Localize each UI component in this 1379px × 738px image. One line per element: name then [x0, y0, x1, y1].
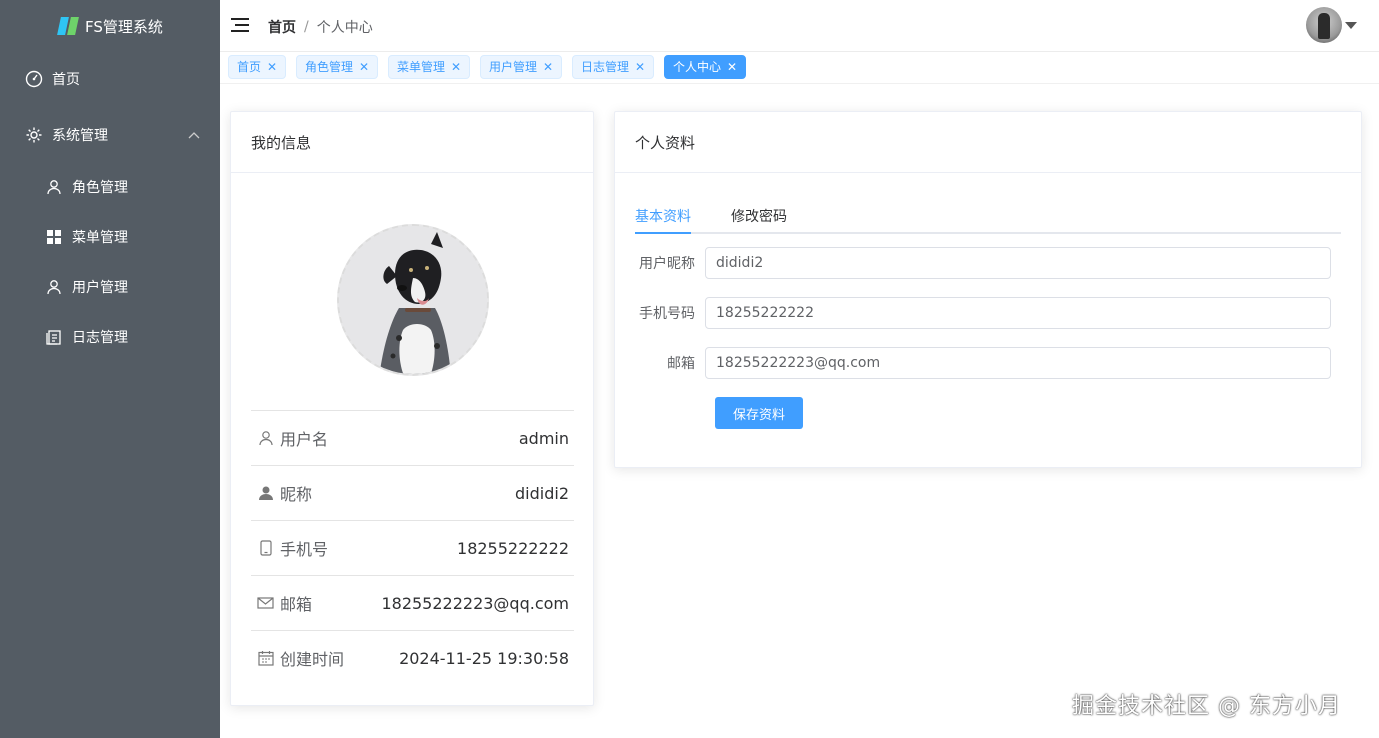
info-list: 用户名 admin 昵称 dididi2 手机号 18255222222 邮箱 …	[251, 410, 574, 685]
app-root: FS管理系统 首页 系统管理 角色管理 菜单管理 用户管理 日志管理 首页 / …	[0, 0, 1379, 738]
document-icon	[44, 327, 64, 347]
tab-basic-info[interactable]: 基本资料	[635, 206, 691, 226]
info-label: 昵称	[257, 481, 312, 505]
breadcrumb-separator: /	[304, 19, 309, 35]
app-logo: FS管理系统	[0, 0, 220, 52]
info-value: 18255222223@qq.com	[381, 593, 569, 613]
sidebar-item-users[interactable]: 用户管理	[0, 262, 220, 312]
grid-icon	[44, 227, 64, 247]
info-label-text: 创建时间	[280, 650, 345, 669]
nickname-input[interactable]: dididi2	[705, 247, 1331, 279]
tag-home[interactable]: 首页 ✕	[228, 55, 287, 79]
caret-down-icon[interactable]	[1345, 22, 1357, 29]
info-value: dididi2	[515, 483, 569, 503]
sidebar-item-label: 日志管理	[72, 330, 128, 346]
save-profile-button[interactable]: 保存资料	[715, 397, 803, 429]
breadcrumb-current: 个人中心	[316, 20, 373, 36]
tag-roles[interactable]: 角色管理 ✕	[296, 55, 379, 79]
info-label-text: 昵称	[280, 485, 313, 504]
breadcrumb-home[interactable]: 首页	[268, 17, 296, 37]
info-row-created: 创建时间 2024-11-25 19:30:58	[251, 630, 574, 685]
card-title: 个人资料	[615, 112, 1361, 173]
calendar-icon	[257, 650, 274, 667]
tag-label: 用户管理	[489, 60, 538, 74]
form-row-nickname: 用户昵称 dididi2	[635, 247, 1341, 279]
info-row-email: 邮箱 18255222223@qq.com	[251, 575, 574, 630]
mail-icon	[257, 595, 274, 612]
sidebar-item-label: 角色管理	[72, 180, 128, 196]
form-row-email: 邮箱 18255222223@qq.com	[635, 347, 1341, 379]
app-title: FS管理系统	[85, 17, 163, 36]
tag-label: 菜单管理	[397, 60, 446, 74]
top-header: 首页 / 个人中心	[220, 0, 1379, 52]
chevron-up-icon	[188, 127, 200, 143]
user-icon	[44, 177, 64, 197]
active-tab-indicator	[635, 232, 691, 234]
tag-label: 个人中心	[673, 60, 722, 74]
sidebar-item-system[interactable]: 系统管理	[0, 107, 220, 163]
profile-avatar[interactable]	[337, 224, 489, 376]
form-label: 用户昵称	[639, 256, 695, 272]
sidebar-item-menus[interactable]: 菜单管理	[0, 212, 220, 262]
tag-users[interactable]: 用户管理 ✕	[480, 55, 563, 79]
menu-toggle-icon[interactable]	[231, 17, 249, 33]
form-row-phone: 手机号码 18255222222	[635, 297, 1341, 329]
user-solid-icon	[257, 485, 274, 502]
info-label-text: 用户名	[280, 430, 329, 449]
sidebar-item-roles[interactable]: 角色管理	[0, 162, 220, 212]
form-label: 手机号码	[639, 306, 695, 322]
info-label: 创建时间	[257, 646, 344, 670]
profile-tabs: 基本资料 修改密码	[635, 200, 1341, 234]
gear-icon	[24, 125, 44, 145]
sidebar: FS管理系统 首页 系统管理 角色管理 菜单管理 用户管理 日志管理	[0, 0, 220, 738]
my-info-card: 我的信息 用户名 admin 昵称 dididi2 手机号 1825522222…	[230, 111, 594, 706]
email-input[interactable]: 18255222223@qq.com	[705, 347, 1331, 379]
info-value: 2024-11-25 19:30:58	[399, 648, 569, 668]
sidebar-item-logs[interactable]: 日志管理	[0, 312, 220, 362]
tag-logs[interactable]: 日志管理 ✕	[572, 55, 655, 79]
user-outline-icon	[257, 430, 274, 447]
sidebar-item-label: 首页	[52, 72, 80, 88]
close-icon[interactable]: ✕	[267, 61, 277, 73]
tag-label: 日志管理	[581, 60, 630, 74]
info-row-nickname: 昵称 dididi2	[251, 465, 574, 520]
info-value: admin	[518, 428, 569, 448]
dashboard-icon	[24, 69, 44, 89]
breadcrumb: 首页 / 个人中心	[268, 17, 373, 37]
card-title: 我的信息	[231, 112, 593, 173]
close-icon[interactable]: ✕	[727, 61, 737, 73]
close-icon[interactable]: ✕	[451, 61, 461, 73]
info-label: 手机号	[257, 536, 328, 560]
info-label: 用户名	[257, 426, 328, 450]
info-value: 18255222222	[457, 538, 569, 558]
user-icon	[44, 277, 64, 297]
tag-label: 角色管理	[305, 60, 354, 74]
sidebar-item-label: 用户管理	[72, 280, 128, 296]
close-icon[interactable]: ✕	[635, 61, 645, 73]
tags-view: 首页 ✕ 角色管理 ✕ 菜单管理 ✕ 用户管理 ✕ 日志管理 ✕ 个人中心 ✕	[220, 52, 1379, 84]
logo-icon	[57, 15, 79, 37]
watermark: 掘金技术社区 @ 东方小月	[1072, 694, 1341, 719]
tag-profile[interactable]: 个人中心 ✕	[664, 55, 747, 79]
user-avatar[interactable]	[1306, 7, 1342, 43]
phone-icon	[257, 540, 274, 557]
tag-label: 首页	[237, 60, 262, 74]
info-label-text: 手机号	[280, 540, 329, 559]
close-icon[interactable]: ✕	[543, 61, 553, 73]
close-icon[interactable]: ✕	[359, 61, 369, 73]
profile-card: 个人资料 基本资料 修改密码 用户昵称 dididi2 手机号码 1825522…	[614, 111, 1362, 468]
sidebar-item-home[interactable]: 首页	[0, 51, 220, 107]
sidebar-item-label: 菜单管理	[72, 230, 128, 246]
form-label: 邮箱	[667, 356, 695, 372]
info-label-text: 邮箱	[280, 595, 313, 614]
info-row-username: 用户名 admin	[251, 410, 574, 465]
info-row-phone: 手机号 18255222222	[251, 520, 574, 575]
tag-menus[interactable]: 菜单管理 ✕	[388, 55, 471, 79]
phone-input[interactable]: 18255222222	[705, 297, 1331, 329]
tab-change-password[interactable]: 修改密码	[731, 206, 787, 226]
info-label: 邮箱	[257, 591, 312, 615]
sidebar-item-label: 系统管理	[52, 128, 108, 144]
